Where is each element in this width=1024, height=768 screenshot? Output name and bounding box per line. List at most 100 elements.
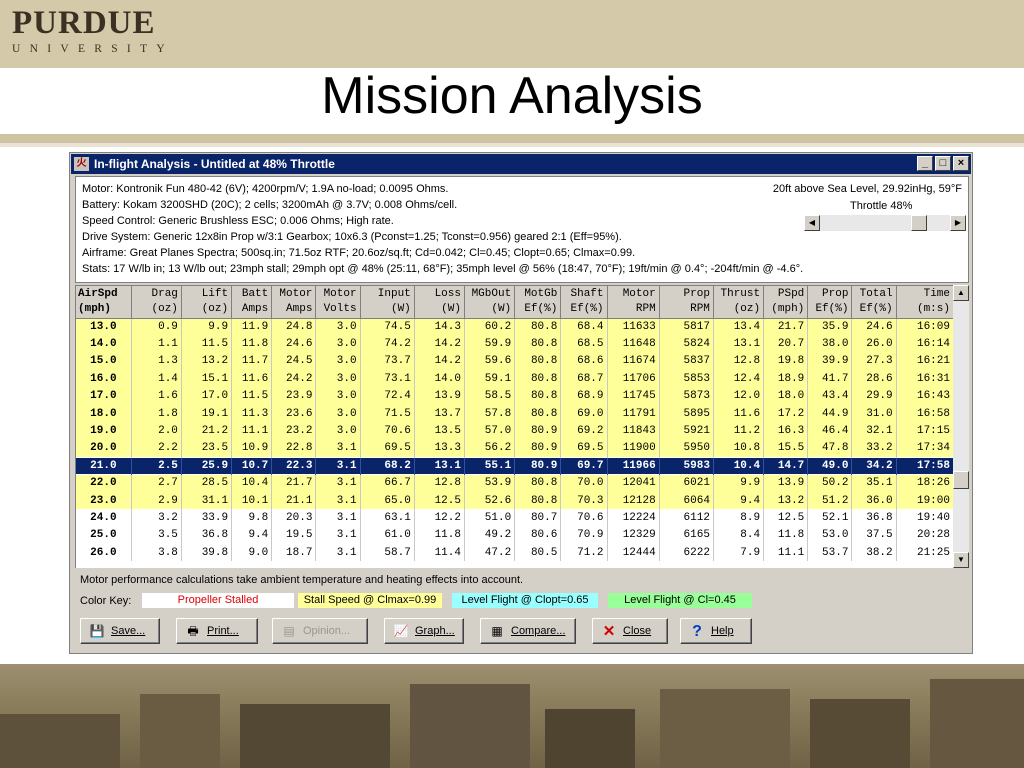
- maximize-button[interactable]: □: [935, 156, 951, 171]
- table-scroll-thumb[interactable]: [953, 471, 969, 489]
- table-cell: 59.6: [464, 352, 516, 371]
- table-cell: 3.2: [131, 509, 182, 527]
- table-cell: 35.1: [851, 474, 897, 492]
- app-icon[interactable]: 火: [74, 157, 89, 171]
- table-cell: 68.2: [360, 456, 415, 476]
- table-cell: 80.8: [514, 370, 562, 388]
- column-units: (mph): [76, 302, 132, 319]
- column-header[interactable]: MGbOut: [464, 286, 516, 302]
- table-row[interactable]: 14.0 1.1 11.5 11.8 24.6 3.0 74.2 14.2 59.9 80.8 68…: [76, 335, 953, 353]
- minimize-button[interactable]: _: [917, 156, 933, 171]
- column-header[interactable]: Motor: [607, 286, 660, 302]
- column-header[interactable]: Total: [851, 286, 897, 302]
- table-row[interactable]: 18.0 1.8 19.1 11.3 23.6 3.0 71.5 13.7 57.8 80.8 69…: [76, 404, 953, 423]
- throttle-slider-thumb[interactable]: [910, 215, 927, 231]
- close-button[interactable]: ✕ Close: [592, 618, 668, 644]
- column-header[interactable]: Drag: [131, 286, 182, 302]
- table-cell: 11.8: [231, 335, 273, 353]
- column-header[interactable]: Time: [896, 286, 953, 302]
- graph-button-label: Graph...: [415, 625, 455, 637]
- table-row[interactable]: 25.0 3.5 36.8 9.4 19.5 3.1 61.0 11.8 49.2 80.6 70.…: [76, 526, 953, 545]
- table-cell: 34.2: [851, 456, 897, 476]
- print-button[interactable]: 🖶 Print...: [176, 618, 258, 644]
- table-row[interactable]: 22.0 2.7 28.5 10.4 21.7 3.1 66.7 12.8 53.9 80.8 70…: [76, 474, 953, 492]
- table-cell: 8.4: [713, 526, 765, 545]
- column-header[interactable]: Lift: [181, 286, 233, 302]
- table-cell: 13.2: [181, 352, 233, 371]
- column-header[interactable]: AirSpd: [76, 286, 132, 302]
- table-row-selected[interactable]: 21.0 2.5 25.9 10.7 22.3 3.1 68.2 13.1 55.1 80.9 69…: [76, 456, 953, 476]
- table-cell: 49.0: [807, 456, 853, 476]
- graph-button[interactable]: 📈 Graph...: [384, 618, 464, 644]
- table-cell: 11966: [607, 456, 660, 476]
- throttle-increase-arrow-icon[interactable]: ▶: [950, 215, 966, 231]
- table-cell: 55.1: [464, 456, 516, 476]
- table-cell: 3.8: [131, 544, 182, 562]
- table-cell: 69.5: [560, 439, 608, 458]
- scroll-down-arrow-icon[interactable]: ▼: [953, 552, 969, 568]
- column-header[interactable]: Batt: [231, 286, 273, 302]
- table-cell: 16:43: [896, 387, 953, 405]
- table-row[interactable]: 15.0 1.3 13.2 11.7 24.5 3.0 73.7 14.2 59.6 80.8 68…: [76, 352, 953, 371]
- opinion-button[interactable]: ▤ Opinion...: [272, 618, 368, 644]
- table-row[interactable]: 20.0 2.2 23.5 10.9 22.8 3.1 69.5 13.3 56.2 80.9 69…: [76, 439, 953, 458]
- table-cell: 21.7: [271, 474, 317, 492]
- table-row[interactable]: 26.0 3.8 39.8 9.0 18.7 3.1 58.7 11.4 47.2 80.5 71.…: [76, 544, 953, 562]
- column-header[interactable]: Prop: [659, 286, 714, 302]
- table-cell: 12128: [607, 491, 660, 510]
- table-cell: 9.8: [231, 509, 273, 527]
- table-cell: 18.0: [76, 404, 132, 423]
- table-cell: 9.4: [231, 526, 273, 545]
- column-header[interactable]: Prop: [807, 286, 853, 302]
- throttle-decrease-arrow-icon[interactable]: ◀: [804, 215, 820, 231]
- table-row[interactable]: 13.0 0.9 9.9 11.9 24.8 3.0 74.5 14.3 60.2 80.8 68.…: [76, 318, 953, 336]
- table-cell: 9.4: [713, 491, 765, 510]
- help-button[interactable]: ? Help: [680, 618, 752, 644]
- column-header[interactable]: Input: [360, 286, 415, 302]
- table-cell: 11.6: [231, 370, 273, 388]
- throttle-slider[interactable]: ◀ ▶: [804, 215, 966, 231]
- table-cell: 60.2: [464, 318, 516, 336]
- table-row[interactable]: 19.0 2.0 21.2 11.1 23.2 3.0 70.6 13.5 57.0 80.9 69…: [76, 422, 953, 440]
- table-cell: 6021: [659, 474, 714, 492]
- column-header[interactable]: Thrust: [713, 286, 765, 302]
- table-cell: 17:34: [896, 439, 953, 458]
- column-header[interactable]: Loss: [414, 286, 465, 302]
- table-row[interactable]: 17.0 1.6 17.0 11.5 23.9 3.0 72.4 13.9 58.5 80.8 68…: [76, 387, 953, 405]
- table-row[interactable]: 23.0 2.9 31.1 10.1 21.1 3.1 65.0 12.5 52.6 80.8 70…: [76, 491, 953, 510]
- column-units: (W): [360, 302, 415, 319]
- column-header[interactable]: MotGb: [514, 286, 562, 302]
- table-cell: 16:14: [896, 335, 953, 353]
- column-header[interactable]: Motor: [315, 286, 361, 302]
- opinion-icon: ▤: [283, 624, 295, 638]
- table-cell: 26.0: [851, 335, 897, 353]
- table-row[interactable]: 16.0 1.4 15.1 11.6 24.2 3.0 73.1 14.0 59.1 80.8 68…: [76, 370, 953, 388]
- table-header-row: AirSpd Drag Lift Batt Motor Motor Input Loss MGb…: [76, 286, 953, 302]
- close-window-button[interactable]: ×: [953, 156, 969, 171]
- table-scrollbar[interactable]: ▲ ▼: [953, 285, 969, 568]
- column-header[interactable]: Shaft: [560, 286, 608, 302]
- window-titlebar[interactable]: 火 In-flight Analysis - Untitled at 48% T…: [71, 154, 971, 174]
- column-units: (oz): [713, 302, 765, 319]
- setup-info-lines: Motor: Kontronik Fun 480-42 (6V); 4200rp…: [82, 181, 803, 277]
- battery-info: Battery: Kokam 3200SHD (20C); 2 cells; 3…: [82, 199, 458, 211]
- save-button[interactable]: 💾 Save...: [80, 618, 160, 644]
- compare-button[interactable]: ▦ Compare...: [480, 618, 576, 644]
- photo-building: [240, 704, 390, 768]
- table-cell: 21.0: [76, 456, 132, 476]
- results-table-container[interactable]: AirSpd Drag Lift Batt Motor Motor Input Loss MGb…: [75, 285, 953, 568]
- table-cell: 69.7: [560, 456, 608, 476]
- table-cell: 70.0: [560, 474, 608, 492]
- table-cell: 21.7: [763, 318, 809, 336]
- table-cell: 18:26: [896, 474, 953, 492]
- table-cell: 12.0: [713, 387, 765, 405]
- table-cell: 2.2: [131, 439, 182, 458]
- column-header[interactable]: Motor: [271, 286, 317, 302]
- table-cell: 17.0: [76, 387, 132, 405]
- column-header[interactable]: PSpd: [763, 286, 809, 302]
- table-row[interactable]: 24.0 3.2 33.9 9.8 20.3 3.1 63.1 12.2 51.0 80.7 70.…: [76, 509, 953, 527]
- scroll-up-arrow-icon[interactable]: ▲: [953, 285, 969, 301]
- table-cell: 68.6: [560, 352, 608, 371]
- slide-divider: [0, 134, 1024, 143]
- table-cell: 31.1: [181, 491, 233, 510]
